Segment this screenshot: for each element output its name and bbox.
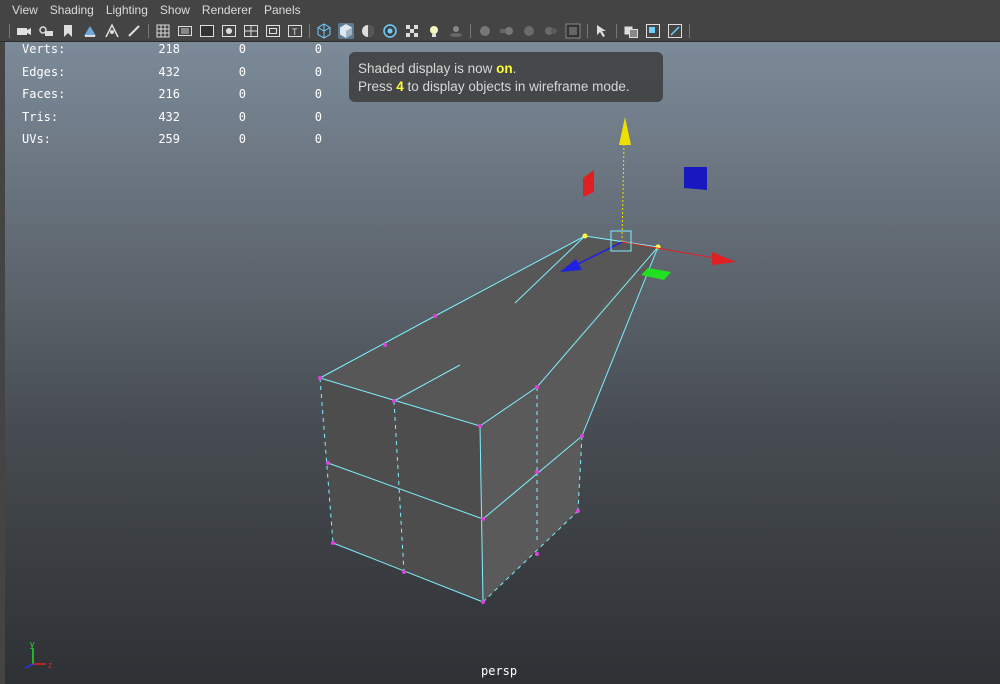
toolbar-separator <box>148 23 149 38</box>
hud-row-uvs: UVs: 259 0 0 <box>22 132 322 146</box>
camera-name-label: persp <box>481 664 518 678</box>
camera-icon[interactable] <box>16 23 32 39</box>
gate-mask-icon[interactable] <box>221 23 237 39</box>
notice-line-1: Shaded display is now on. <box>358 61 517 76</box>
default-material-icon[interactable] <box>360 23 376 39</box>
dof-icon[interactable] <box>543 23 559 39</box>
xray-icon[interactable] <box>382 23 398 39</box>
hud-row-edges: Edges: 432 0 0 <box>22 64 322 79</box>
safe-title-icon[interactable]: T <box>287 23 303 39</box>
svg-text:z: z <box>48 660 53 670</box>
anti-alias-icon[interactable] <box>521 23 537 39</box>
toolbar-separator <box>689 23 690 38</box>
hud-row-tris: Tris: 432 0 0 <box>22 109 322 124</box>
xy-plane-handle[interactable] <box>684 167 707 190</box>
grid-icon[interactable] <box>155 23 171 39</box>
toolbar-separator <box>309 23 310 38</box>
menu-show[interactable]: Show <box>154 0 196 20</box>
ao-icon[interactable] <box>477 23 493 39</box>
camera-attr-icon[interactable] <box>38 23 54 39</box>
view-axis-indicator: y z <box>24 639 53 670</box>
toolbar-separator <box>616 23 617 38</box>
smooth-shade-icon[interactable] <box>338 22 354 39</box>
in-view-message: Shaded display is now on. Press 4 to dis… <box>349 52 663 102</box>
frame-icon[interactable] <box>667 23 683 39</box>
film-gate-icon[interactable] <box>177 23 193 39</box>
field-chart-icon[interactable] <box>243 23 259 39</box>
menu-renderer[interactable]: Renderer <box>196 0 258 20</box>
toolbar-separator <box>9 23 10 38</box>
maya-viewport-window: View Shading Lighting Show Renderer Pane… <box>0 0 1000 684</box>
x-axis-arrow[interactable] <box>712 252 736 265</box>
light-icon[interactable] <box>426 23 442 39</box>
shadows-icon[interactable] <box>448 23 464 39</box>
hud-row-faces: Faces: 216 0 0 <box>22 87 322 101</box>
menu-view[interactable]: View <box>0 0 44 20</box>
hud-row-verts: Verts: 218 0 0 <box>22 42 322 56</box>
bookmark-icon[interactable] <box>60 23 76 39</box>
wireframe-icon[interactable] <box>316 22 332 39</box>
two-panel-icon[interactable] <box>623 23 639 39</box>
safe-action-icon[interactable] <box>265 23 281 39</box>
xray-joints-icon[interactable] <box>594 23 610 39</box>
textured-icon[interactable] <box>404 23 420 39</box>
menu-panels[interactable]: Panels <box>258 0 307 20</box>
menu-lighting[interactable]: Lighting <box>100 0 154 20</box>
resolution-gate-icon[interactable] <box>199 23 215 39</box>
four-panel-icon[interactable] <box>645 23 661 39</box>
pen-icon[interactable] <box>126 23 142 39</box>
y-axis-arrow[interactable] <box>619 117 631 145</box>
motion-blur-icon[interactable] <box>499 23 515 39</box>
svg-text:T: T <box>292 27 298 37</box>
toolbar-separator <box>587 23 588 38</box>
svg-text:y: y <box>30 639 35 649</box>
panel-toolbar: T <box>0 20 1000 42</box>
isolate-select-icon[interactable] <box>565 23 581 39</box>
perspective-viewport[interactable]: Verts: 218 0 0 Edges: 432 0 0 Faces: 216… <box>5 42 1000 684</box>
panel-menu-bar: View Shading Lighting Show Renderer Pane… <box>0 0 1000 20</box>
image-plane-icon[interactable] <box>82 23 98 39</box>
notice-line-2: Press 4 to display objects in wireframe … <box>358 79 630 94</box>
menu-shading[interactable]: Shading <box>44 0 100 20</box>
poly-count-hud: Verts: 218 0 0 Edges: 432 0 0 Faces: 216… <box>22 42 322 155</box>
grid-snap-icon[interactable] <box>104 22 120 39</box>
yz-plane-handle[interactable] <box>583 170 594 197</box>
toolbar-separator <box>470 23 471 38</box>
